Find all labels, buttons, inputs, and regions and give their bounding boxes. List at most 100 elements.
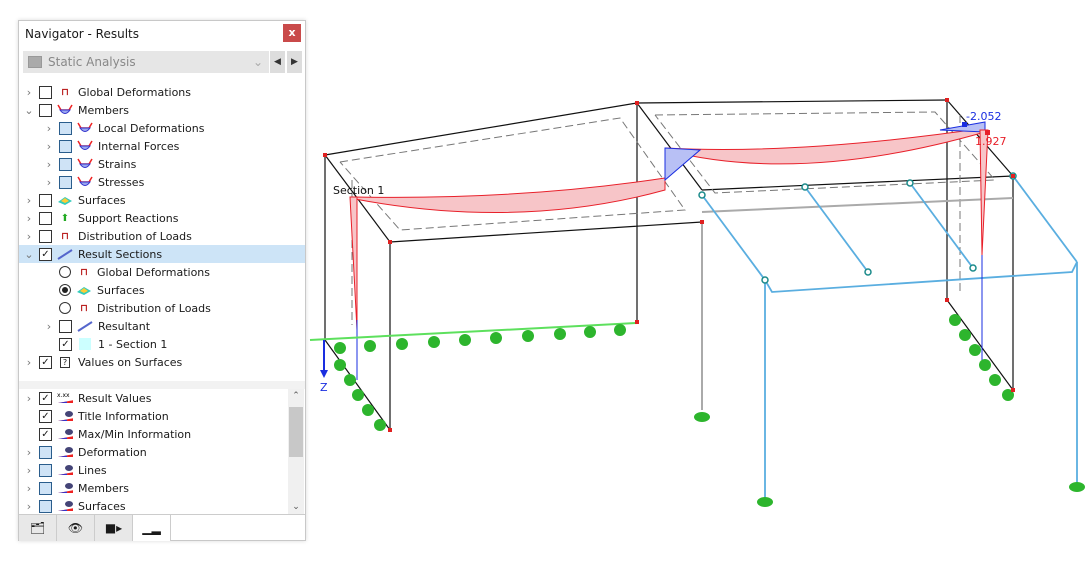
prev-button[interactable]: ◀	[270, 51, 285, 73]
expand-chevron-icon[interactable]: ›	[23, 86, 35, 99]
tree-item[interactable]: ✓ Max/Min Information	[19, 425, 287, 443]
expand-chevron-icon[interactable]: ›	[23, 230, 35, 243]
tree-item[interactable]: ⊓ Distribution of Loads	[19, 299, 305, 317]
expand-chevron-icon[interactable]: ›	[43, 140, 55, 153]
tree-item-label: Distribution of Loads	[78, 229, 192, 243]
member-diagram-icon	[57, 104, 73, 117]
checkbox[interactable]: ✓	[39, 391, 52, 405]
tree-item[interactable]: › Strains	[19, 155, 305, 173]
load-distribution-icon: ⊓	[80, 302, 88, 314]
checkbox[interactable]: ✓	[39, 409, 52, 423]
expand-chevron-icon[interactable]: ›	[43, 158, 55, 171]
analysis-select[interactable]: Static Analysis ⌄	[23, 51, 269, 73]
scrollbar[interactable]: ⌃ ⌄	[288, 389, 304, 514]
scroll-thumb[interactable]	[289, 407, 303, 457]
tree-item-label: Values on Surfaces	[78, 355, 183, 369]
expand-chevron-icon[interactable]: ›	[23, 464, 35, 477]
expand-chevron-icon[interactable]: ›	[23, 392, 35, 405]
tree-item[interactable]: › Local Deformations	[19, 119, 305, 137]
display-eye-icon	[57, 464, 73, 477]
expand-chevron-icon[interactable]: ›	[23, 212, 35, 225]
tree-item[interactable]: › Resultant	[19, 317, 305, 335]
expand-chevron-icon[interactable]: ›	[23, 482, 35, 495]
checkbox[interactable]	[39, 103, 52, 117]
tree-item[interactable]: ⌄ Members	[19, 101, 305, 119]
navigator-results-panel: Navigator - Results x Static Analysis ⌄ …	[18, 20, 306, 541]
checkbox[interactable]: ✓	[39, 247, 52, 261]
checkbox[interactable]	[39, 445, 52, 459]
expand-chevron-icon[interactable]: ⌄	[23, 104, 35, 117]
display-eye-icon	[57, 410, 73, 423]
surface-icon	[57, 194, 73, 207]
tree-item[interactable]: Surfaces	[19, 281, 305, 299]
expand-chevron-icon[interactable]: ›	[43, 176, 55, 189]
checkbox[interactable]	[39, 481, 52, 495]
expand-chevron-icon[interactable]: ›	[23, 500, 35, 513]
eye-icon: 👁	[67, 521, 84, 535]
expand-chevron-icon[interactable]: ›	[23, 194, 35, 207]
tree-item[interactable]: › Stresses	[19, 173, 305, 191]
camera-tab[interactable]: ■▸	[95, 515, 133, 541]
tree-item[interactable]: › ⊓ Distribution of Loads	[19, 227, 305, 245]
tree-item[interactable]: ⌄ ✓ Result Sections	[19, 245, 305, 263]
checkbox[interactable]	[39, 463, 52, 477]
tree-item[interactable]: › Members	[19, 479, 287, 497]
checkbox[interactable]: ✓	[39, 427, 52, 441]
checkbox[interactable]	[59, 319, 72, 333]
tree-item[interactable]: › Surfaces	[19, 497, 287, 515]
tree-item-label: Strains	[98, 157, 137, 171]
checkbox[interactable]: ✓	[39, 355, 52, 369]
tree-item[interactable]: › ✓? Values on Surfaces	[19, 353, 305, 371]
tree-item-label: Resultant	[98, 319, 151, 333]
tree-item-label: Global Deformations	[97, 265, 211, 279]
expand-chevron-icon[interactable]: ›	[43, 122, 55, 135]
member-diagram-icon	[77, 158, 93, 171]
tree-item[interactable]: › ⬆ Support Reactions	[19, 209, 305, 227]
checkbox[interactable]	[39, 211, 52, 225]
tree-item-label: Surfaces	[97, 283, 145, 297]
result-diagram-vert-right	[979, 129, 989, 256]
tree-item[interactable]: › Lines	[19, 461, 287, 479]
tree-item-label: Lines	[78, 463, 107, 477]
tree-item[interactable]: ✓ Title Information	[19, 407, 287, 425]
tree-item[interactable]: ✓ 1 - Section 1	[19, 335, 305, 353]
checkbox[interactable]	[39, 193, 52, 207]
checkbox[interactable]	[59, 175, 72, 189]
results-tab[interactable]: ▁▂	[133, 515, 171, 541]
close-button[interactable]: x	[283, 24, 301, 42]
scroll-down-icon[interactable]: ⌄	[288, 502, 304, 512]
expand-chevron-icon[interactable]: ›	[23, 446, 35, 459]
tree-item-label: Surfaces	[78, 499, 126, 513]
radio-button[interactable]	[59, 302, 71, 314]
scroll-up-icon[interactable]: ⌃	[288, 391, 304, 401]
radio-button[interactable]	[59, 284, 71, 296]
tree-item-label: Support Reactions	[78, 211, 179, 225]
checkbox[interactable]	[59, 121, 72, 135]
steel-frame	[701, 175, 1078, 500]
expand-chevron-icon[interactable]: ›	[23, 356, 35, 369]
tree-item-label: Global Deformations	[78, 85, 192, 99]
checkbox[interactable]	[39, 229, 52, 243]
checkbox[interactable]	[59, 157, 72, 171]
tree-item[interactable]: › ✓ x.xx Result Values	[19, 389, 287, 407]
tree-item[interactable]: ⊓ Global Deformations	[19, 263, 305, 281]
view-tab[interactable]: 👁	[57, 515, 95, 541]
tree-item[interactable]: › Surfaces	[19, 191, 305, 209]
checkbox[interactable]	[39, 85, 52, 99]
expand-chevron-icon[interactable]: ›	[43, 320, 55, 333]
next-button[interactable]: ▶	[287, 51, 302, 73]
tree-item[interactable]: › Internal Forces	[19, 137, 305, 155]
load-distribution-icon: ⊓	[61, 230, 69, 242]
checkbox[interactable]	[59, 139, 72, 153]
axis-indicator: Z	[320, 340, 328, 394]
question-icon: ?	[57, 356, 73, 369]
tree-item-label: Local Deformations	[98, 121, 205, 135]
tree-item-label: Title Information	[78, 409, 169, 423]
checkbox[interactable]	[39, 499, 52, 513]
tree-item[interactable]: › Deformation	[19, 443, 287, 461]
expand-chevron-icon[interactable]: ⌄	[23, 248, 35, 261]
data-tab[interactable]: 🗂	[19, 515, 57, 541]
tree-item[interactable]: › ⊓ Global Deformations	[19, 83, 305, 101]
checkbox[interactable]: ✓	[59, 337, 72, 351]
radio-button[interactable]	[59, 266, 71, 278]
